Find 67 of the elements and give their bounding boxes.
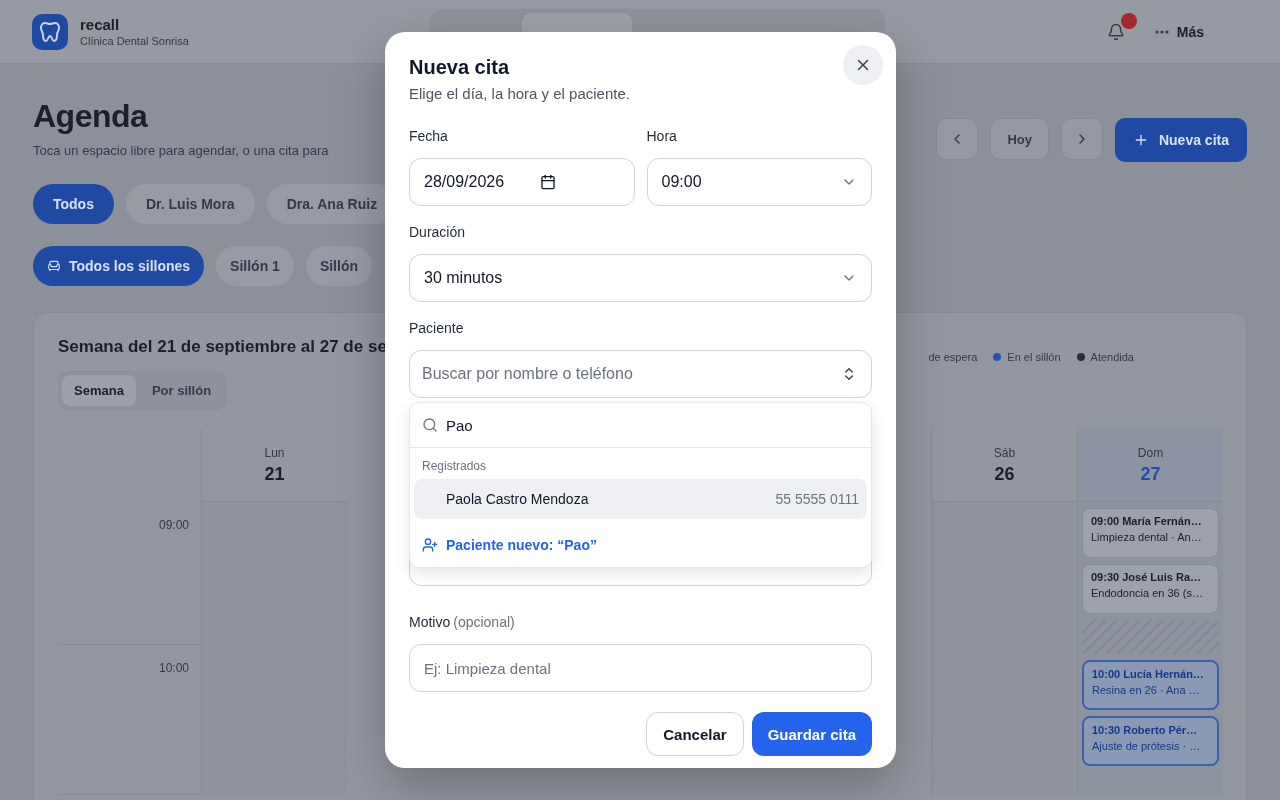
field-label: Fecha	[409, 128, 449, 146]
day-number: 21	[264, 464, 285, 485]
dentist-filter[interactable]: Dr. Luis Mora	[125, 184, 255, 224]
clinic-name: Clínica Dental Sonrisa	[80, 35, 189, 47]
date-field[interactable]: 28/09/2026	[409, 158, 635, 206]
time-select[interactable]: 09:00	[646, 158, 872, 206]
patient-phone: 55 5555 0111	[775, 491, 859, 507]
appointment-title: 10:30 Roberto Pér…	[1092, 724, 1199, 736]
appointment-title: 09:00 María Fernán…	[1091, 515, 1203, 527]
cancel-button[interactable]: Cancelar	[646, 712, 744, 756]
user-plus-icon	[422, 537, 438, 553]
patient-combobox[interactable]: Buscar por nombre o teléfono	[409, 350, 872, 398]
appointment-title: 10:00 Lucía Hernán…	[1092, 668, 1205, 680]
appointment-detail: Resina en 26 · Ana …	[1092, 684, 1201, 696]
field-label: Duración	[409, 224, 467, 242]
search-icon	[422, 417, 438, 433]
notification-badge	[1120, 12, 1137, 29]
field-label: Paciente	[409, 320, 465, 338]
chair-filter[interactable]: Sillón	[305, 246, 372, 286]
week-title: Semana del 21 de septiembre al 27 de se	[58, 337, 387, 357]
chair-filter[interactable]: Todos los sillones	[33, 246, 205, 286]
new-appointment-button[interactable]: Nueva cita	[1114, 118, 1247, 162]
duration-select[interactable]: 30 minutos	[409, 254, 872, 302]
legend-label: de espera	[928, 351, 978, 363]
weekday-label: Lun	[264, 446, 285, 460]
appointment-detail: Ajuste de prótesis · …	[1092, 740, 1202, 752]
patient-option[interactable]: Paola Castro Mendoza 55 5555 0111	[414, 479, 867, 519]
dialog-subtitle: Elige el día, la hora y el paciente.	[409, 85, 631, 102]
appointment-card[interactable]: 09:30 José Luis Ra… Endodoncia en 36 (s…	[1082, 564, 1219, 614]
close-button[interactable]	[843, 45, 883, 85]
weekday-label: Dom	[1137, 446, 1164, 460]
more-icon	[1154, 29, 1169, 34]
dialog-title: Nueva cita	[409, 56, 510, 79]
armchair-icon	[47, 259, 61, 273]
appointment-title: 09:30 José Luis Ra…	[1091, 571, 1203, 583]
day-number: 27	[1140, 464, 1161, 485]
today-button[interactable]: Hoy	[990, 118, 1049, 160]
appointment-card[interactable]: 10:00 Lucía Hernán… Resina en 26 · Ana …	[1082, 660, 1219, 710]
legend-label: En el sillón	[1007, 351, 1061, 363]
tooth-icon	[40, 21, 60, 42]
weekday-label: Sáb	[993, 446, 1016, 460]
view-tab[interactable]: Semana	[62, 375, 136, 406]
appointment-detail: Limpieza dental · An…	[1091, 531, 1203, 543]
new-patient-link[interactable]: Paciente nuevo: “Pao”	[422, 537, 597, 553]
reason-input[interactable]: Ej: Limpieza dental	[409, 644, 872, 692]
hour-label: 10:00	[158, 661, 189, 675]
appointment-detail: Endodoncia en 36 (s…	[1091, 587, 1204, 599]
more-button[interactable]: Más	[1154, 23, 1204, 40]
page-title: Agenda	[33, 98, 149, 135]
group-heading: Registrados	[421, 458, 488, 475]
legend-label: Atendida	[1090, 351, 1134, 363]
hour-label: 09:00	[158, 518, 189, 532]
page-subtitle: Toca un espacio libre para agendar, o una cita para	[33, 143, 329, 158]
view-tab[interactable]: Por sillón	[139, 375, 224, 406]
save-button[interactable]: Guardar cita	[751, 712, 872, 756]
bell-icon	[1106, 22, 1125, 41]
optional-hint: (opcional)	[453, 614, 515, 630]
field-label: Motivo	[409, 614, 451, 632]
appointment-card[interactable]: 09:00 María Fernán… Limpieza dental · An…	[1082, 508, 1219, 558]
calendar-icon	[539, 174, 556, 190]
field-label: Hora	[646, 128, 678, 146]
patient-name: Paola Castro Mendoza	[446, 491, 589, 507]
chair-filter[interactable]: Sillón 1	[216, 246, 294, 286]
appointment-card[interactable]: 10:30 Roberto Pér… Ajuste de prótesis · …	[1082, 716, 1219, 766]
app-name: recall	[80, 16, 121, 33]
day-number: 26	[994, 464, 1015, 485]
dentist-filter[interactable]: Todos	[33, 184, 114, 224]
